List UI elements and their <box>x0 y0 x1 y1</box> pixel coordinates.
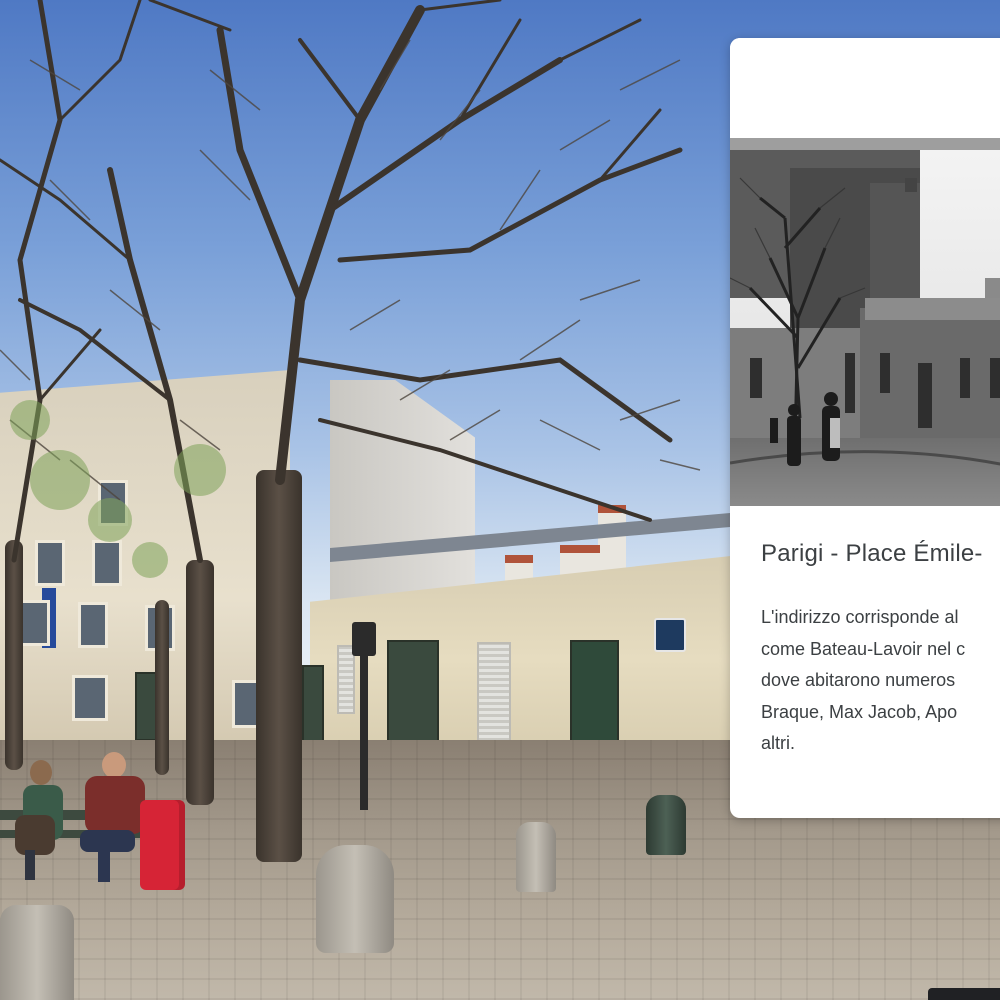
historic-photo[interactable] <box>730 138 1000 506</box>
bottom-control-strip[interactable] <box>928 988 1000 1000</box>
person-sitting <box>15 760 65 885</box>
place-description: L'indirizzo corrisponde al come Bateau-L… <box>761 607 966 753</box>
bollard <box>516 822 556 892</box>
red-suitcase <box>140 800 185 890</box>
place-title: Parigi - Place Émile- <box>761 540 983 567</box>
bollard <box>316 845 394 953</box>
bollard <box>646 795 686 855</box>
info-card[interactable]: Parigi - Place Émile- L'indirizzo corris… <box>730 38 1000 818</box>
card-body: Parigi - Place Émile- L'indirizzo corris… <box>730 506 1000 760</box>
card-header-space <box>730 38 1000 138</box>
bollard <box>0 905 74 1000</box>
